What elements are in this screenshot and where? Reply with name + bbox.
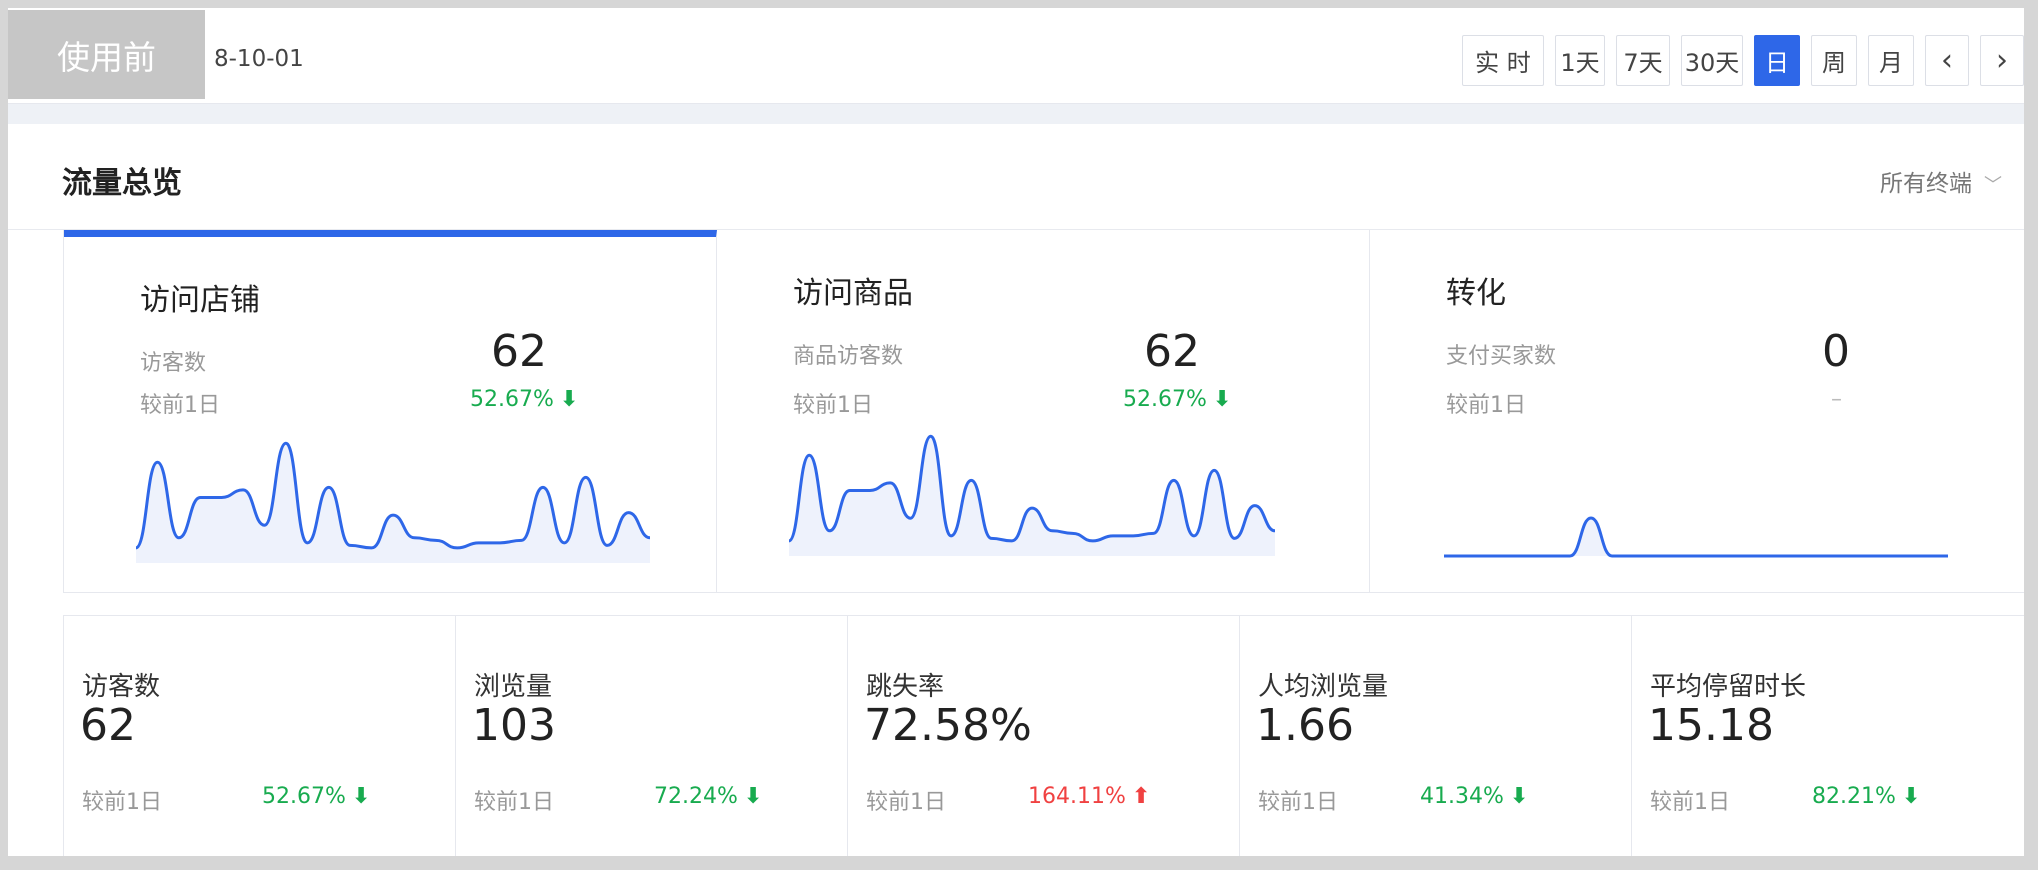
stat-compare-value: 72.24% ⬇ <box>654 784 763 809</box>
sparkline-conversion <box>1443 516 1948 558</box>
range-button-month[interactable]: 月 <box>1868 35 1914 86</box>
stat-compare-label: 较前1日 <box>866 790 946 815</box>
stat-compare-value: 164.11% ⬆ <box>1028 784 1151 809</box>
sparkline-area <box>136 443 650 563</box>
prev-period-icon[interactable]: ‹ <box>1925 35 1969 86</box>
sparkline-area <box>789 436 1275 556</box>
stat-compare-label: 较前1日 <box>1258 790 1338 815</box>
stat-value: 15.18 <box>1648 700 1774 751</box>
arrow-down-icon: ⬇ <box>743 784 763 809</box>
stat-avg-duration[interactable]: 平均停留时长 15.18 较前1日 82.21% ⬇ <box>1632 616 2024 856</box>
stat-compare-value: 52.67% ⬇ <box>262 784 371 809</box>
metric-label: 支付买家数 <box>1446 344 1557 369</box>
panel-visit-product[interactable]: 访问商品 商品访客数 62 较前1日 52.67% ⬇ <box>717 230 1370 593</box>
stat-bounce-rate[interactable]: 跳失率 72.58% 较前1日 164.11% ⬆ <box>848 616 1240 856</box>
range-button-30day[interactable]: 30天 <box>1681 35 1743 86</box>
metric-value: 62 <box>491 326 547 377</box>
date-text[interactable]: 8-10-01 <box>214 46 304 72</box>
overview-title: 流量总览 <box>62 166 182 201</box>
arrow-up-icon: ⬆ <box>1131 784 1151 809</box>
overview-header: 流量总览 所有终端 ﹀ <box>8 124 2024 230</box>
compare-label: 较前1日 <box>793 393 873 418</box>
arrow-down-icon: ⬇ <box>559 387 579 412</box>
arrow-down-icon: ⬇ <box>1509 784 1529 809</box>
panel-title: 访问商品 <box>793 276 913 311</box>
metric-value: 0 <box>1822 326 1850 377</box>
range-button-day[interactable]: 日 <box>1754 35 1800 86</box>
arrow-down-icon: ⬇ <box>351 784 371 809</box>
range-button-realtime[interactable]: 实 时 <box>1462 35 1544 86</box>
arrow-down-icon: ⬇ <box>1212 387 1232 412</box>
sparkline-line <box>1443 516 1948 558</box>
compare-label: 较前1日 <box>1446 393 1526 418</box>
sparkline-visit-product <box>787 434 1276 556</box>
chevron-down-icon: ﹀ <box>1984 175 2002 196</box>
terminal-select-label: 所有终端 <box>1880 171 1972 197</box>
metric-value: 62 <box>1144 326 1200 377</box>
stat-value: 1.66 <box>1256 700 1354 751</box>
stat-compare-label: 较前1日 <box>474 790 554 815</box>
stat-label: 平均停留时长 <box>1650 672 1807 702</box>
metric-label: 商品访客数 <box>793 344 904 369</box>
stat-avg-pageviews[interactable]: 人均浏览量 1.66 较前1日 41.34% ⬇ <box>1240 616 1632 856</box>
overview-panels: 访问店铺 访客数 62 较前1日 52.67% ⬇ 访问商品 商品访客数 62 较… <box>63 230 2024 593</box>
stat-label: 人均浏览量 <box>1258 672 1389 702</box>
topbar-shadow <box>8 104 2024 124</box>
compare-value: – <box>1831 387 1842 412</box>
stat-label: 浏览量 <box>474 672 553 702</box>
stat-label: 跳失率 <box>866 672 945 702</box>
range-button-1day[interactable]: 1天 <box>1555 35 1605 86</box>
compare-value: 52.67% ⬇ <box>470 387 579 412</box>
sparkline-area <box>1444 518 1948 556</box>
arrow-down-icon: ⬇ <box>1901 784 1921 809</box>
range-button-week[interactable]: 周 <box>1811 35 1857 86</box>
stat-value: 62 <box>80 700 136 751</box>
dashboard-frame: 8-10-01 实 时 1天 7天 30天 日 周 月 ‹ › 流量总览 所有终… <box>8 8 2024 856</box>
panel-title: 访问店铺 <box>140 283 260 318</box>
compare-label: 较前1日 <box>140 393 220 418</box>
time-range-selector: 实 时 1天 7天 30天 日 周 月 ‹ › <box>1462 35 2024 86</box>
stat-value: 103 <box>472 700 556 751</box>
stat-value: 72.58% <box>864 700 1032 751</box>
stat-compare-value: 82.21% ⬇ <box>1812 784 1921 809</box>
stat-compare-label: 较前1日 <box>82 790 162 815</box>
range-button-7day[interactable]: 7天 <box>1616 35 1670 86</box>
top-bar: 8-10-01 实 时 1天 7天 30天 日 周 月 ‹ › <box>8 8 2024 104</box>
sparkline-visit-store <box>135 441 651 563</box>
panel-visit-store[interactable]: 访问店铺 访客数 62 较前1日 52.67% ⬇ <box>64 230 717 593</box>
terminal-select[interactable]: 所有终端 ﹀ <box>1880 164 2002 198</box>
metric-label: 访客数 <box>140 351 207 376</box>
compare-value: 52.67% ⬇ <box>1123 387 1232 412</box>
stat-compare-value: 41.34% ⬇ <box>1420 784 1529 809</box>
stat-compare-label: 较前1日 <box>1650 790 1730 815</box>
stat-label: 访客数 <box>82 672 161 702</box>
stats-row: 访客数 62 较前1日 52.67% ⬇ 浏览量 103 较前1日 72.24% ⬇… <box>63 615 2024 856</box>
stat-pageviews[interactable]: 浏览量 103 较前1日 72.24% ⬇ <box>456 616 848 856</box>
panel-conversion[interactable]: 转化 支付买家数 0 较前1日 – <box>1370 230 2024 593</box>
before-label-tag: 使用前 <box>8 10 205 99</box>
panel-title: 转化 <box>1446 276 1506 311</box>
next-period-icon[interactable]: › <box>1980 35 2024 86</box>
stat-visitors[interactable]: 访客数 62 较前1日 52.67% ⬇ <box>64 616 456 856</box>
